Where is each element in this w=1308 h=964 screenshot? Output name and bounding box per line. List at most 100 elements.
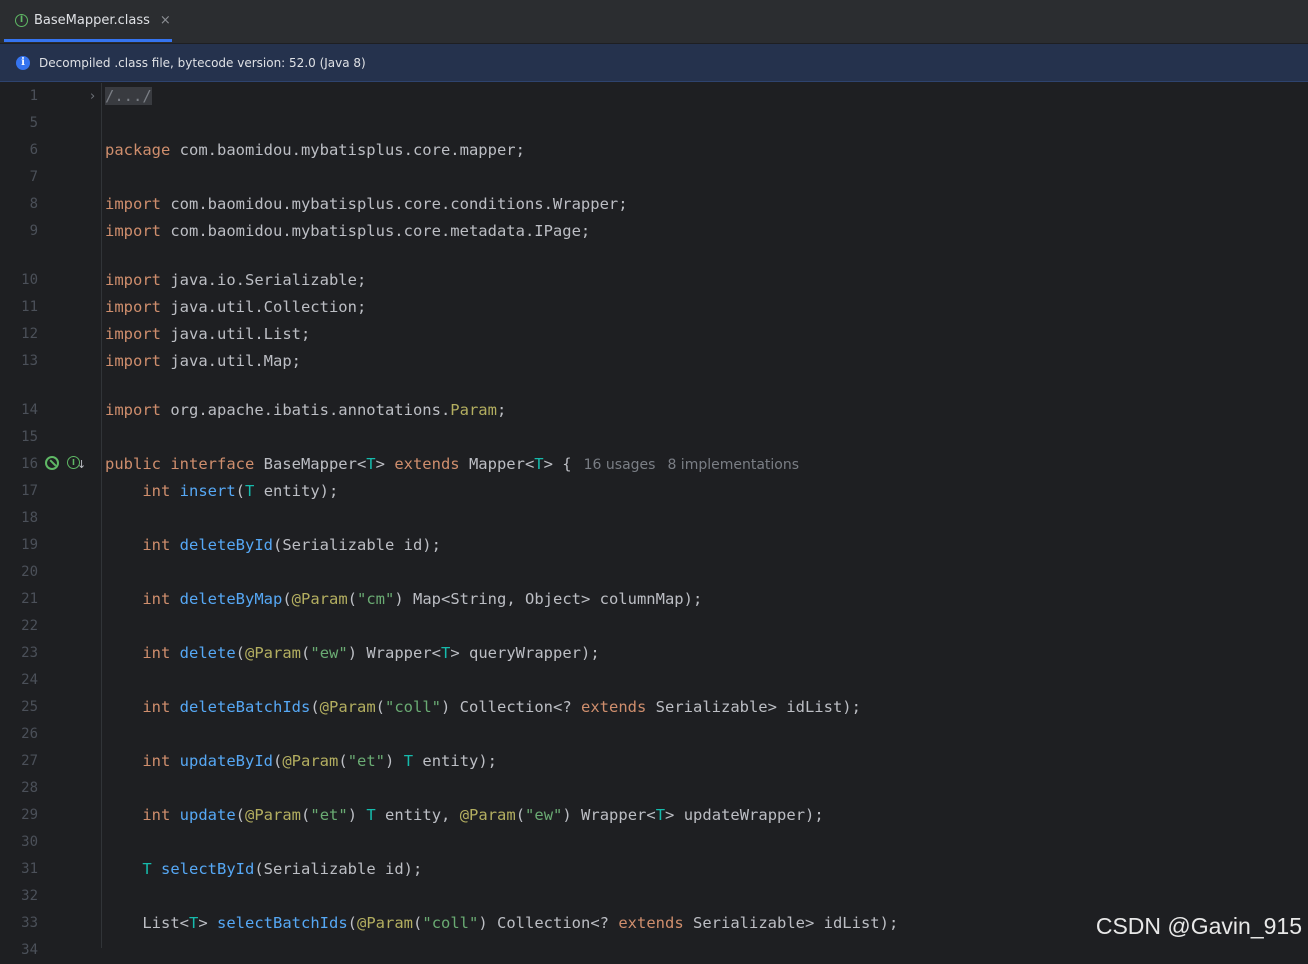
code-text[interactable]: int deleteBatchIds(@Param("coll") Collec… <box>105 694 861 721</box>
code-line[interactable]: 29 int update(@Param("et") T entity, @Pa… <box>0 802 1308 829</box>
line-number[interactable]: 12 <box>0 321 38 348</box>
code-line[interactable]: 13 import java.util.Map; <box>0 348 1308 375</box>
code-token: T <box>189 914 198 932</box>
code-line[interactable]: 34 <box>0 937 1308 964</box>
code-line[interactable]: 32 <box>0 883 1308 910</box>
code-text[interactable]: import com.baomidou.mybatisplus.core.met… <box>105 218 590 245</box>
line-number[interactable]: 34 <box>0 937 38 964</box>
implementations-arrow-icon[interactable]: ↓ <box>77 458 86 471</box>
code-text[interactable]: List<T> selectBatchIds(@Param("coll") Co… <box>105 910 898 937</box>
code-line[interactable]: 17 int insert(T entity); <box>0 478 1308 505</box>
code-line[interactable]: 31 T selectById(Serializable id); <box>0 856 1308 883</box>
line-number[interactable]: 18 <box>0 505 38 532</box>
code-token: ) Collection<? <box>441 698 581 716</box>
fold-chevron-icon[interactable]: › <box>90 83 95 110</box>
code-token <box>152 860 161 878</box>
code-token: entity); <box>254 482 338 500</box>
code-line[interactable]: 24 <box>0 667 1308 694</box>
code-token: @Param <box>282 752 338 770</box>
line-number[interactable]: 8 <box>0 191 38 218</box>
code-text[interactable]: public interface BaseMapper<T> extends M… <box>105 451 799 479</box>
line-number[interactable]: 5 <box>0 110 38 137</box>
line-number[interactable]: 25 <box>0 694 38 721</box>
code-text[interactable]: int insert(T entity); <box>105 478 338 505</box>
code-text[interactable]: int update(@Param("et") T entity, @Param… <box>105 802 824 829</box>
line-number[interactable]: 30 <box>0 829 38 856</box>
code-line[interactable]: 7 <box>0 164 1308 191</box>
line-number[interactable]: 13 <box>0 348 38 375</box>
code-line[interactable]: 16I↓public interface BaseMapper<T> exten… <box>0 451 1308 478</box>
code-text[interactable]: import java.util.Map; <box>105 348 301 375</box>
line-number[interactable]: 31 <box>0 856 38 883</box>
code-text[interactable]: int deleteById(Serializable id); <box>105 532 441 559</box>
code-line[interactable]: 1 › /.../ <box>0 83 1308 110</box>
line-number[interactable]: 14 <box>0 397 38 424</box>
code-token <box>170 590 179 608</box>
line-number[interactable]: 21 <box>0 586 38 613</box>
line-number[interactable]: 7 <box>0 164 38 191</box>
line-number[interactable]: 10 <box>0 267 38 294</box>
code-line[interactable]: 20 <box>0 559 1308 586</box>
code-token: ( <box>236 482 245 500</box>
line-number[interactable]: 19 <box>0 532 38 559</box>
no-mapping-icon[interactable] <box>45 456 59 470</box>
code-line[interactable]: 25 int deleteBatchIds(@Param("coll") Col… <box>0 694 1308 721</box>
inlay-hint[interactable]: 8 implementations <box>667 457 799 473</box>
line-number[interactable]: 29 <box>0 802 38 829</box>
code-token <box>170 644 179 662</box>
code-line[interactable]: 14 import org.apache.ibatis.annotations.P… <box>0 397 1308 424</box>
code-line[interactable]: 28 <box>0 775 1308 802</box>
code-line[interactable]: 5 <box>0 110 1308 137</box>
line-number[interactable]: 11 <box>0 294 38 321</box>
code-text[interactable]: import java.util.Collection; <box>105 294 366 321</box>
close-icon[interactable]: × <box>160 13 171 28</box>
line-number[interactable]: 9 <box>0 218 38 245</box>
code-line[interactable]: 6 package com.baomidou.mybatisplus.core.m… <box>0 137 1308 164</box>
code-text[interactable]: package com.baomidou.mybatisplus.core.ma… <box>105 137 525 164</box>
code-text[interactable]: /.../ <box>105 83 152 110</box>
editor-tab-bar: I BaseMapper.class × <box>0 0 1308 44</box>
code-line[interactable]: 19 int deleteById(Serializable id); <box>0 532 1308 559</box>
code-line[interactable]: 30 <box>0 829 1308 856</box>
line-number[interactable]: 20 <box>0 559 38 586</box>
tab-basemapper-class[interactable]: I BaseMapper.class × <box>4 2 172 42</box>
line-number[interactable]: 28 <box>0 775 38 802</box>
code-text[interactable]: import com.baomidou.mybatisplus.core.con… <box>105 191 628 218</box>
code-line[interactable]: 8 import com.baomidou.mybatisplus.core.co… <box>0 191 1308 218</box>
code-text[interactable]: import java.io.Serializable; <box>105 267 366 294</box>
code-line[interactable]: 26 <box>0 721 1308 748</box>
code-token: T <box>441 644 450 662</box>
line-number[interactable]: 26 <box>0 721 38 748</box>
code-text[interactable]: import org.apache.ibatis.annotations.Par… <box>105 397 506 424</box>
code-line[interactable]: 27 int updateById(@Param("et") T entity)… <box>0 748 1308 775</box>
code-line[interactable]: 22 <box>0 613 1308 640</box>
line-number[interactable]: 1 <box>0 83 38 110</box>
code-line[interactable]: 15 <box>0 424 1308 451</box>
code-line[interactable]: 23 int delete(@Param("ew") Wrapper<T> qu… <box>0 640 1308 667</box>
code-text[interactable]: import java.util.List; <box>105 321 310 348</box>
code-editor[interactable]: 1 › /.../ 56 package com.baomidou.mybatisplu… <box>0 83 1308 948</box>
code-text[interactable]: int deleteByMap(@Param("cm") Map<String,… <box>105 586 702 613</box>
code-line[interactable]: 10 import java.io.Serializable; <box>0 267 1308 294</box>
code-line[interactable]: 9 import com.baomidou.mybatisplus.core.me… <box>0 218 1308 245</box>
line-number[interactable]: 6 <box>0 137 38 164</box>
code-line[interactable]: 12 import java.util.List; <box>0 321 1308 348</box>
line-number[interactable]: 23 <box>0 640 38 667</box>
code-text[interactable]: int updateById(@Param("et") T entity); <box>105 748 497 775</box>
line-number[interactable]: 24 <box>0 667 38 694</box>
line-number[interactable]: 33 <box>0 910 38 937</box>
code-line[interactable]: 21 int deleteByMap(@Param("cm") Map<Stri… <box>0 586 1308 613</box>
code-token: selectById <box>161 860 254 878</box>
line-number[interactable]: 22 <box>0 613 38 640</box>
code-token <box>170 752 179 770</box>
code-line[interactable]: 11 import java.util.Collection; <box>0 294 1308 321</box>
line-number[interactable]: 17 <box>0 478 38 505</box>
line-number[interactable]: 32 <box>0 883 38 910</box>
line-number[interactable]: 16 <box>0 451 38 478</box>
line-number[interactable]: 15 <box>0 424 38 451</box>
inlay-hint[interactable]: 16 usages <box>584 457 656 473</box>
code-text[interactable]: T selectById(Serializable id); <box>105 856 422 883</box>
code-text[interactable]: int delete(@Param("ew") Wrapper<T> query… <box>105 640 600 667</box>
line-number[interactable]: 27 <box>0 748 38 775</box>
code-line[interactable]: 18 <box>0 505 1308 532</box>
